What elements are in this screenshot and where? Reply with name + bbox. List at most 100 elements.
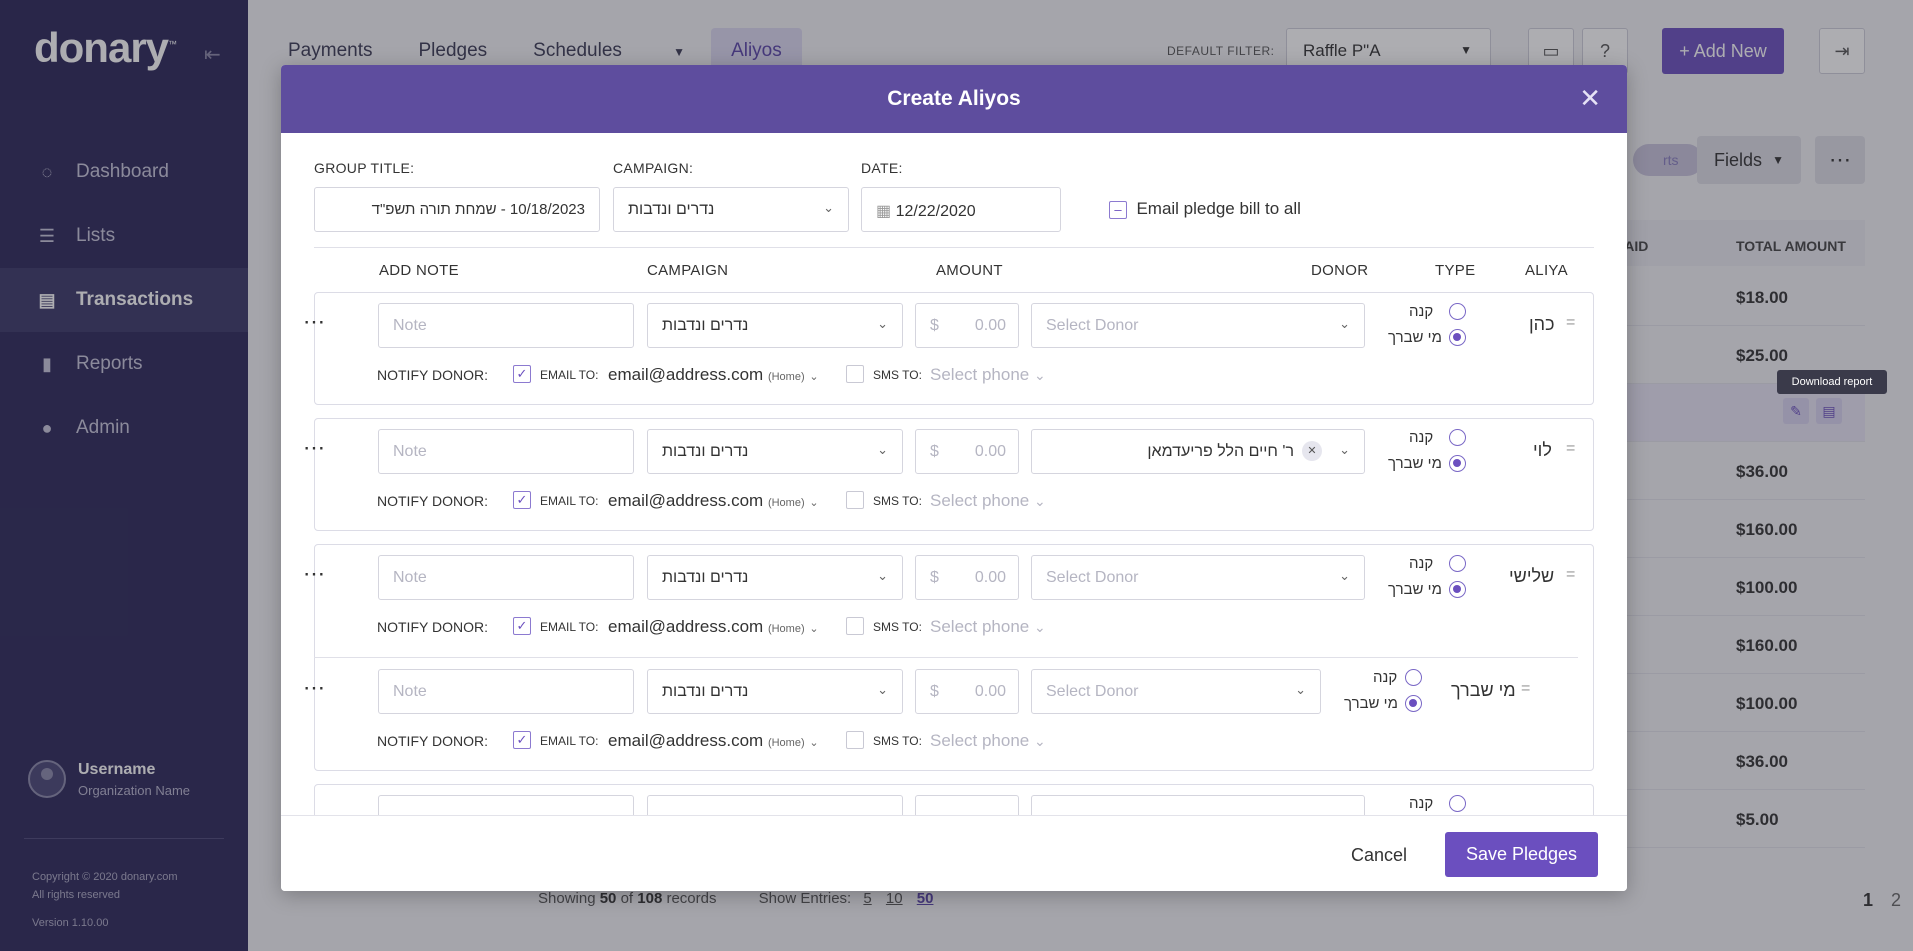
radio-selected-icon <box>1449 581 1466 599</box>
donor-select[interactable]: ר' חיים הלל פריעדמאן ✕ ⌄ <box>1031 429 1365 474</box>
amount-input[interactable]: $0.00 <box>915 669 1019 714</box>
campaign-label: CAMPAIGN: <box>613 160 694 176</box>
checkbox-partial-icon[interactable]: – <box>1109 200 1127 219</box>
checkbox-empty-icon <box>846 731 864 749</box>
note-input[interactable]: Note <box>378 429 634 474</box>
type-kone-radio[interactable] <box>1449 303 1466 321</box>
email-select[interactable]: email@address.com (Home) ⌄ <box>608 491 819 511</box>
email-checkbox[interactable]: ✓ <box>513 365 531 383</box>
phone-select[interactable]: Select phone ⌄ <box>930 617 1046 637</box>
email-all-toggle[interactable]: – Email pledge bill to all <box>1109 199 1301 219</box>
chevron-down-icon: ⌄ <box>809 737 819 749</box>
email-checkbox[interactable]: ✓ <box>513 617 531 635</box>
note-input[interactable]: Note <box>378 303 634 348</box>
type-mishebeirach-radio[interactable] <box>1449 329 1466 347</box>
notify-donor-label: NOTIFY DONOR: <box>377 733 488 749</box>
cancel-button[interactable]: Cancel <box>1351 845 1407 866</box>
modal-title: Create Aliyos <box>887 87 1021 110</box>
more-icon[interactable]: ⋯ <box>303 435 326 461</box>
radio-unselected-icon <box>1449 795 1466 813</box>
donor-select[interactable]: Select Donor ⌄ <box>1031 669 1321 714</box>
campaign-select[interactable]: נדרים ונדבות ⌄ <box>647 429 903 474</box>
donor-select[interactable]: Select Donor ⌄ <box>1031 303 1365 348</box>
phone-select[interactable]: Select phone ⌄ <box>930 731 1046 751</box>
select-value: נדרים ונדבות <box>662 683 749 700</box>
phone-select[interactable]: Select phone ⌄ <box>930 365 1046 385</box>
clear-icon[interactable]: ✕ <box>1302 441 1322 461</box>
campaign-select[interactable]: נדרים ונדבות ⌄ <box>613 187 849 232</box>
more-icon[interactable]: ⋯ <box>303 675 326 701</box>
amount-input[interactable]: $0.00 <box>915 555 1019 600</box>
drag-handle-icon[interactable]: = <box>1566 314 1575 332</box>
donor-value: ר' חיים הלל פריעדמאן <box>1147 443 1294 460</box>
type-option-kone[interactable]: קנה <box>1409 429 1433 446</box>
chevron-down-icon: ⌄ <box>809 623 819 635</box>
notify-donor-label: NOTIFY DONOR: <box>377 367 488 383</box>
date-label: DATE: <box>861 160 903 176</box>
more-icon[interactable]: ⋯ <box>303 309 326 335</box>
type-mishebeirach-radio[interactable] <box>1449 455 1466 473</box>
note-input[interactable]: Note <box>378 669 634 714</box>
sms-checkbox[interactable] <box>846 731 864 749</box>
chevron-down-icon: ⌄ <box>1033 368 1046 384</box>
date-value: 12/22/2020 <box>895 203 976 220</box>
email-select[interactable]: email@address.com (Home) ⌄ <box>608 365 819 385</box>
checkmark-icon: ✓ <box>513 491 531 509</box>
sms-checkbox[interactable] <box>846 365 864 383</box>
drag-handle-icon[interactable]: = <box>1566 566 1575 584</box>
type-kone-radio[interactable] <box>1449 795 1466 813</box>
email-checkbox[interactable]: ✓ <box>513 731 531 749</box>
type-option-mishebeirach[interactable]: מי שברך <box>1344 695 1398 712</box>
email-value: email@address.com <box>608 731 764 750</box>
email-type: (Home) <box>767 623 805 635</box>
more-icon[interactable]: ⋯ <box>303 561 326 587</box>
date-input[interactable]: ▦ 12/22/2020 <box>861 187 1061 232</box>
group-title-label: GROUP TITLE: <box>314 160 415 176</box>
checkmark-icon: ✓ <box>513 617 531 635</box>
chevron-down-icon: ⌄ <box>1339 442 1350 457</box>
amount-input[interactable]: $0.00 <box>915 429 1019 474</box>
group-title-input[interactable]: 10/18/2023 - שמחת תורה תשפ"ד <box>314 187 600 232</box>
radio-unselected-icon <box>1449 555 1466 573</box>
type-kone-radio[interactable] <box>1449 555 1466 573</box>
close-icon[interactable]: ✕ <box>1579 83 1601 114</box>
type-option-mishebeirach[interactable]: מי שברך <box>1388 455 1442 472</box>
type-option-kone[interactable]: קנה <box>1409 795 1433 812</box>
campaign-select[interactable]: נדרים ונדבות ⌄ <box>647 555 903 600</box>
email-value: email@address.com <box>608 617 764 636</box>
campaign-select[interactable]: נדרים ונדבות ⌄ <box>647 669 903 714</box>
type-kone-radio[interactable] <box>1405 669 1422 687</box>
email-to-label: EMAIL TO: <box>540 494 599 508</box>
save-pledges-button[interactable]: Save Pledges <box>1445 832 1598 877</box>
modal-footer: Cancel Save Pledges <box>281 815 1627 891</box>
radio-label: מי שברך <box>1388 329 1442 346</box>
donor-select[interactable]: Select Donor ⌄ <box>1031 555 1365 600</box>
type-kone-radio[interactable] <box>1449 429 1466 447</box>
chevron-down-icon: ⌄ <box>877 316 888 331</box>
phone-placeholder: Select phone <box>930 365 1030 384</box>
sms-checkbox[interactable] <box>846 491 864 509</box>
amount-input[interactable]: $0.00 <box>915 303 1019 348</box>
type-mishebeirach-radio[interactable] <box>1405 695 1422 713</box>
sms-checkbox[interactable] <box>846 617 864 635</box>
type-option-mishebeirach[interactable]: מי שברך <box>1388 329 1442 346</box>
aliya-name: שלישי <box>1509 566 1555 586</box>
drag-handle-icon[interactable]: = <box>1521 680 1530 698</box>
type-option-kone[interactable]: קנה <box>1409 303 1433 320</box>
email-checkbox[interactable]: ✓ <box>513 491 531 509</box>
note-input[interactable]: Note <box>378 555 634 600</box>
aliya-name: מי שברך <box>1451 680 1516 700</box>
phone-select[interactable]: Select phone ⌄ <box>930 491 1046 511</box>
donor-placeholder: Select Donor <box>1046 569 1139 586</box>
type-option-kone[interactable]: קנה <box>1409 555 1433 572</box>
modal-header: Create Aliyos ✕ <box>281 65 1627 133</box>
type-option-kone[interactable]: קנה <box>1373 669 1397 686</box>
drag-handle-icon[interactable]: = <box>1566 440 1575 458</box>
type-mishebeirach-radio[interactable] <box>1449 581 1466 599</box>
type-option-mishebeirach[interactable]: מי שברך <box>1388 581 1442 598</box>
email-value: email@address.com <box>608 491 764 510</box>
email-type: (Home) <box>767 737 805 749</box>
email-select[interactable]: email@address.com (Home) ⌄ <box>608 617 819 637</box>
email-select[interactable]: email@address.com (Home) ⌄ <box>608 731 819 751</box>
campaign-select[interactable]: נדרים ונדבות ⌄ <box>647 303 903 348</box>
